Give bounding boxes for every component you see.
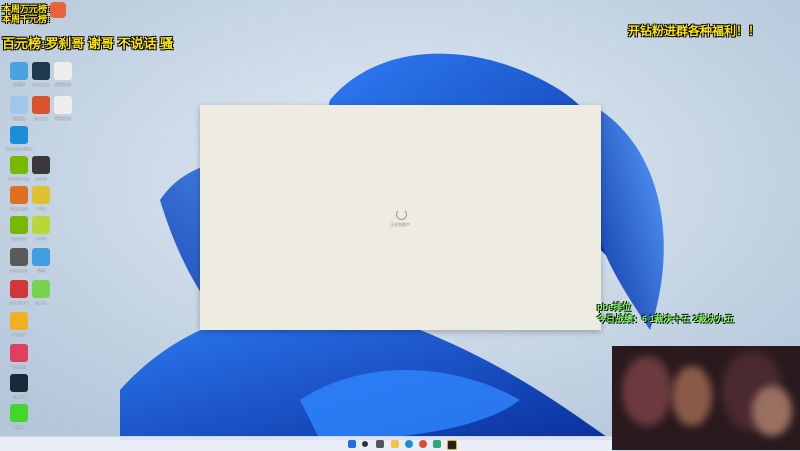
app-icon xyxy=(32,248,50,266)
desktop-icon[interactable]: Dota2 xyxy=(26,156,56,181)
app-icon xyxy=(10,126,28,144)
promo-banner: 开钻粉进群各种福利！！ xyxy=(628,24,761,38)
search-icon[interactable] xyxy=(362,441,368,447)
app-icon[interactable] xyxy=(433,440,441,448)
stats-line: 今日战绩：6 1裁决十五 2裁决九五 xyxy=(597,314,735,324)
desktop-icon[interactable]: Firelight xyxy=(4,312,34,337)
desktop-icon[interactable]: Razer xyxy=(4,404,34,429)
desktop-icon-label: Steam xyxy=(35,300,47,305)
webcam-feed xyxy=(612,346,800,450)
app-icon xyxy=(10,374,28,392)
hundred-rank-label: 百元榜: xyxy=(2,36,46,51)
taskbar xyxy=(0,436,612,451)
app-icon xyxy=(54,62,72,80)
app-icon xyxy=(32,156,50,174)
desktop-icon[interactable]: Steam xyxy=(4,374,34,399)
edge-icon[interactable] xyxy=(405,440,413,448)
app-icon xyxy=(10,404,28,422)
loading-window[interactable]: 正在加载中 xyxy=(200,105,601,330)
app-icon xyxy=(32,216,50,234)
hundred-rank-names: 罗刹哥 谢哥 不说话 骚 xyxy=(45,36,174,51)
start-icon[interactable] xyxy=(348,440,356,448)
desktop-icon[interactable]: 新建文本 xyxy=(48,96,78,121)
desktop-icon-label: Firelight xyxy=(11,332,27,337)
desktop-icon[interactable]: Unity xyxy=(26,186,56,211)
streamer-avatar xyxy=(50,2,66,18)
desktop-icon-label: Record xyxy=(12,364,26,369)
desktop-icon-label: 新建文本 xyxy=(55,82,71,87)
app-icon xyxy=(54,96,72,114)
desktop-icon-label: Razer xyxy=(13,424,25,429)
desktop-icon-label: Unity xyxy=(36,206,46,211)
app-icon xyxy=(32,280,50,298)
desktop-icon[interactable]: UPUP xyxy=(26,216,56,241)
explorer-icon[interactable] xyxy=(391,440,399,448)
desktop-icon-label: 新建文本 xyxy=(55,116,71,121)
desktop-icon[interactable]: 新建文本 xyxy=(48,62,78,87)
desktop-icon-label: Microsoft Edge xyxy=(5,146,33,151)
game-icon[interactable] xyxy=(447,440,457,450)
hundred-rank: 百元榜:罗刹哥 谢哥 不说话 骚 xyxy=(2,33,173,52)
desktop-icon[interactable]: Steam xyxy=(26,280,56,305)
desktop-icon-label: Steam xyxy=(13,394,25,399)
desktop-icon-label: 设置 xyxy=(37,268,45,273)
desktop-icon[interactable]: Record xyxy=(4,344,34,369)
app-icon xyxy=(32,186,50,204)
chrome-icon[interactable] xyxy=(419,440,427,448)
desktop-icon-label: Dota2 xyxy=(35,176,47,181)
desktop-icon[interactable]: 设置 xyxy=(26,248,56,273)
weekly-rank-bottom: 本周千元榜: xyxy=(2,14,50,24)
app-icon xyxy=(10,312,28,330)
desktop-icon[interactable]: Microsoft Edge xyxy=(4,126,34,151)
loading-label: 正在加载中 xyxy=(390,222,410,227)
desktop-icon-label: UPUP xyxy=(35,236,47,241)
taskview-icon[interactable] xyxy=(376,440,384,448)
app-icon xyxy=(10,344,28,362)
loading-spinner-icon xyxy=(396,209,407,220)
